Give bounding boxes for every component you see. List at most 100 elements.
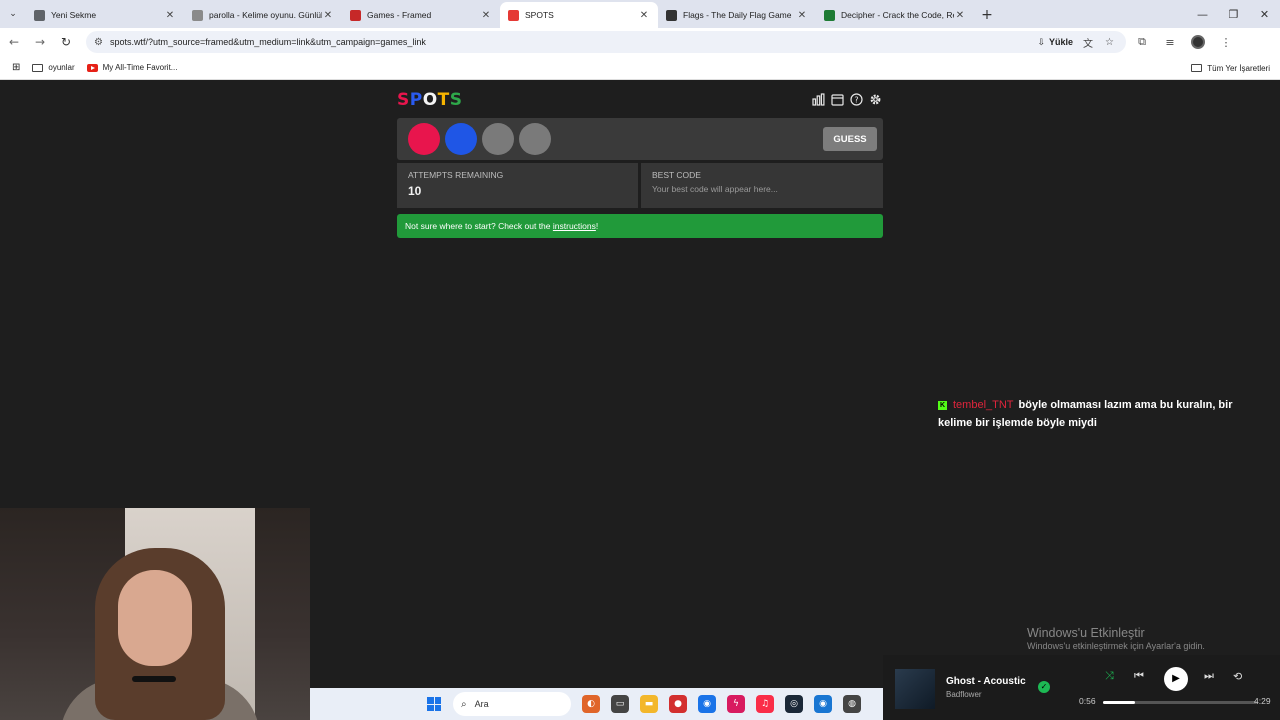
star-icon[interactable]: ☆ — [1105, 37, 1114, 48]
best-code-panel: BEST CODE Your best code will appear her… — [641, 163, 883, 208]
tab-4[interactable]: Flags - The Daily Flag Game ✕ — [658, 2, 816, 28]
bookmarks-bar: ⊞ oyunlar My All-Time Favorit... Tüm Yer… — [0, 56, 1280, 80]
notice-text: Not sure where to start? Check out the — [405, 221, 553, 231]
chrome-dev-icon[interactable]: ◉ — [814, 695, 832, 713]
close-window-button[interactable]: ✕ — [1249, 0, 1280, 28]
total-time: 4:29 — [1254, 696, 1271, 706]
shuffle-icon[interactable]: ⤨ — [1105, 670, 1114, 683]
apps-grid-icon: ⊞ — [12, 62, 21, 73]
lightning-icon[interactable]: ϟ — [727, 695, 745, 713]
tab-2[interactable]: Games - Framed ✕ — [342, 2, 500, 28]
tab-close-icon[interactable]: ✕ — [480, 10, 492, 21]
start-button[interactable] — [427, 697, 441, 711]
menu-button[interactable]: ⋮ — [1214, 30, 1238, 54]
all-bookmarks-button[interactable]: Tüm Yer İşaretleri — [1191, 56, 1270, 80]
tab-0[interactable]: Yeni Sekme ✕ — [26, 2, 184, 28]
all-bookmarks-label: Tüm Yer İşaretleri — [1207, 63, 1270, 73]
arrow-left-icon: ← — [8, 35, 20, 49]
play-button[interactable]: ▶ — [1164, 667, 1188, 691]
chevron-down-icon: ⌄ — [9, 9, 17, 19]
browser-toolbar: ← → ↻ ⚙ spots.wtf/?utm_source=framed&utm… — [0, 28, 1280, 56]
kebab-menu-icon: ⋮ — [1220, 35, 1232, 49]
logo-letter: S — [397, 90, 410, 110]
url-text: spots.wtf/?utm_source=framed&utm_medium=… — [109, 37, 426, 47]
tab-close-icon[interactable]: ✕ — [322, 10, 334, 21]
tab-1[interactable]: parolla - Kelime oyunu. Günlük ✕ — [184, 2, 342, 28]
next-track-icon[interactable]: ⏭ — [1204, 670, 1214, 683]
extensions-icon[interactable]: ⧉ — [1130, 30, 1154, 54]
address-bar[interactable]: ⚙ spots.wtf/?utm_source=framed&utm_mediu… — [86, 31, 1126, 53]
stats-button[interactable] — [811, 92, 826, 107]
site-info-icon[interactable]: ⚙ — [94, 37, 103, 48]
tab-close-icon[interactable]: ✕ — [796, 10, 808, 21]
task-view-icon[interactable]: ▭ — [611, 695, 629, 713]
repeat-icon[interactable]: ⟲ — [1233, 670, 1242, 683]
windows-activation-watermark: Windows'u Etkinleştir Windows'u etkinleş… — [1027, 626, 1205, 651]
help-button[interactable]: ? — [849, 92, 864, 107]
reload-button[interactable]: ↻ — [54, 30, 78, 54]
song-title: Ghost - Acoustic — [946, 676, 1026, 687]
activate-subtitle: Windows'u etkinleştirmek için Ayarlar'a … — [1027, 641, 1205, 651]
peg-slot-2[interactable] — [445, 123, 477, 155]
search-icon: ⌕ — [461, 698, 467, 710]
chrome-icon[interactable]: ◉ — [698, 695, 716, 713]
translate-icon[interactable]: 文 — [1083, 35, 1093, 50]
progress-bar[interactable] — [1103, 701, 1257, 704]
notice-end: ! — [595, 221, 599, 231]
calendar-icon — [831, 94, 844, 106]
album-cover[interactable] — [895, 669, 935, 709]
attempts-label: ATTEMPTS REMAINING — [408, 170, 504, 180]
new-tab-button[interactable]: + — [974, 2, 1000, 28]
guess-button[interactable]: GUESS — [823, 127, 877, 151]
tab-title: Games - Framed — [367, 10, 432, 20]
app-dark-icon[interactable]: ◍ — [843, 695, 861, 713]
steam-icon[interactable]: ◎ — [785, 695, 803, 713]
screen: ⌄ Yeni Sekme ✕ parolla - Kelime oyunu. Gün… — [0, 0, 1280, 720]
game-toolbar: ? — [811, 92, 883, 107]
tab-search-button[interactable]: ⌄ — [0, 0, 26, 28]
calendar-button[interactable] — [830, 92, 845, 107]
tab-close-icon[interactable]: ✕ — [954, 10, 966, 21]
previous-track-icon[interactable]: ⏮ — [1134, 670, 1144, 683]
taskbar-search[interactable]: ⌕ Ara — [453, 692, 571, 716]
minimize-button[interactable]: — — [1187, 0, 1218, 28]
logo-letter: O — [422, 90, 438, 110]
search-placeholder: Ara — [474, 699, 489, 709]
bookmark-label: My All-Time Favorit... — [102, 63, 178, 72]
tab-close-icon[interactable]: ✕ — [638, 10, 650, 21]
tab-3[interactable]: SPOTS ✕ — [500, 2, 658, 28]
forward-button[interactable]: → — [28, 30, 52, 54]
peg-slot-4[interactable] — [519, 123, 551, 155]
bookmark-my-favorites[interactable]: My All-Time Favorit... — [86, 63, 178, 72]
profile-avatar[interactable] — [1186, 30, 1210, 54]
liked-check-icon[interactable]: ✓ — [1038, 681, 1050, 693]
reading-list-icon[interactable]: ≡ — [1158, 30, 1182, 54]
spots-logo[interactable]: SPOTS — [397, 90, 463, 110]
logo-letter: S — [449, 90, 463, 110]
gear-icon — [870, 94, 881, 105]
instructions-link[interactable]: instructions — [553, 221, 596, 231]
install-app-button[interactable]: ⇩ Yükle — [1037, 37, 1073, 48]
bookmark-folder-oyunlar[interactable]: oyunlar — [32, 63, 75, 72]
progress-fill — [1103, 701, 1136, 704]
tab-5[interactable]: Decipher - Crack the Code, Rev ✕ — [816, 2, 974, 28]
file-explorer-icon[interactable]: ▬ — [640, 695, 658, 713]
peg-slot-3[interactable] — [482, 123, 514, 155]
apps-button[interactable]: ⊞ — [12, 62, 20, 73]
tab-close-icon[interactable]: ✕ — [164, 10, 176, 21]
logo-letter: P — [409, 90, 423, 110]
song-artist: Badflower — [946, 690, 982, 699]
settings-button[interactable] — [868, 92, 883, 107]
back-button[interactable]: ← — [2, 30, 26, 54]
bar-chart-icon — [812, 93, 825, 106]
tab-favicon-icon — [508, 9, 519, 21]
music-player: Ghost - Acoustic Badflower ✓ ⤨ ⏮ ▶ ⏭ ⟲ 0… — [883, 655, 1280, 720]
music-app-icon[interactable]: ♫ — [756, 695, 774, 713]
taskbar-widget-icon[interactable]: ◐ — [582, 695, 600, 713]
folder-icon — [32, 63, 44, 72]
restore-button[interactable]: ❐ — [1218, 0, 1249, 28]
peg-slot-1[interactable] — [408, 123, 440, 155]
tab-title: parolla - Kelime oyunu. Günlük — [209, 10, 322, 20]
logo-letter: T — [437, 90, 450, 110]
app-red-icon[interactable]: ● — [669, 695, 687, 713]
